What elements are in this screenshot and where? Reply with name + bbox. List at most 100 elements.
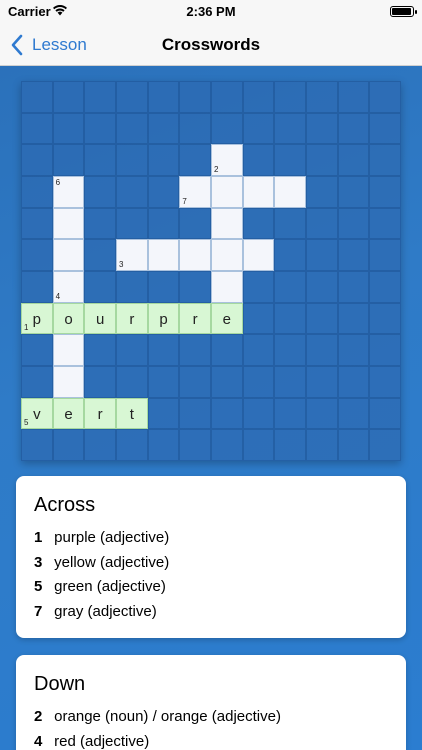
clue-text: purple (adjective) xyxy=(54,529,170,546)
grid-cell-input[interactable]: e xyxy=(211,302,243,335)
grid-cell-blank xyxy=(274,144,306,176)
grid-cell-input[interactable] xyxy=(242,176,275,208)
grid-cell-blank xyxy=(147,176,180,208)
grid-cell-blank xyxy=(369,239,401,271)
grid-cell-blank xyxy=(179,397,211,430)
down-clues-card: Down 2 orange (noun) / orange (adjective… xyxy=(16,655,406,750)
grid-cell-blank xyxy=(369,429,401,461)
grid-cell-blank xyxy=(211,397,243,430)
grid-cell-blank xyxy=(274,239,306,271)
grid-cell-blank xyxy=(274,207,306,240)
grid-cell-blank xyxy=(21,176,53,208)
grid-cell-blank xyxy=(306,176,338,208)
grid-cell-blank xyxy=(116,334,148,366)
grid-cell-blank xyxy=(306,207,338,240)
across-clue-item[interactable]: 3 yellow (adjective) xyxy=(34,551,388,576)
grid-cell-input[interactable] xyxy=(52,207,85,240)
grid-cell-input[interactable]: r xyxy=(179,302,211,335)
grid-cell-blank xyxy=(211,334,243,366)
grid-cell-blank xyxy=(274,81,306,113)
page-title: Crosswords xyxy=(161,35,261,54)
grid-cell-input[interactable] xyxy=(179,239,211,271)
grid-cell-blank xyxy=(116,112,148,145)
grid-cell-input[interactable]: t xyxy=(116,397,148,430)
across-clue-item[interactable]: 1 purple (adjective) xyxy=(34,526,388,551)
across-clue-item[interactable]: 7 gray (adjective) xyxy=(34,600,388,625)
grid-cell-blank xyxy=(337,112,370,145)
grid-cell-blank xyxy=(21,112,53,145)
clue-number: 7 xyxy=(182,196,187,206)
grid-cell-blank xyxy=(84,366,116,398)
grid-cell-input[interactable]: 7 xyxy=(179,176,211,208)
grid-cell-blank xyxy=(274,334,306,366)
grid-cell-blank xyxy=(369,81,401,113)
grid-cell-blank xyxy=(179,334,211,366)
grid-cell-input[interactable]: r xyxy=(84,397,116,430)
grid-cell-blank xyxy=(242,81,275,113)
grid-cell-input[interactable] xyxy=(242,239,275,271)
grid-cell-blank xyxy=(84,429,116,461)
grid-cell-input[interactable] xyxy=(52,334,85,366)
grid-cell-input[interactable] xyxy=(274,176,306,208)
grid-cell-blank xyxy=(84,207,116,240)
grid-cell-blank xyxy=(116,144,148,176)
clue-number: 4 xyxy=(55,291,61,301)
grid-cell-input[interactable]: 6 xyxy=(52,176,85,208)
grid-cell-blank xyxy=(242,144,275,176)
grid-cell-input[interactable]: p xyxy=(147,302,180,335)
grid-cell-blank xyxy=(21,239,53,271)
grid-cell-input[interactable]: 2 xyxy=(211,144,243,176)
grid-cell-blank xyxy=(211,112,243,145)
grid-cell-blank xyxy=(179,112,211,145)
grid-cell-blank xyxy=(369,334,401,366)
grid-cell-input[interactable] xyxy=(52,239,85,271)
grid-cell-input[interactable] xyxy=(211,176,243,208)
grid-cell-blank xyxy=(306,429,338,461)
grid-cell-input[interactable] xyxy=(211,271,243,303)
grid-cell-input[interactable] xyxy=(52,366,85,398)
down-clue-item[interactable]: 4 red (adjective) xyxy=(34,730,388,750)
grid-cell-blank xyxy=(337,302,370,335)
grid-cell-blank xyxy=(147,207,180,240)
grid-cell-blank xyxy=(242,366,275,398)
grid-cell-blank xyxy=(337,176,370,208)
grid-cell-blank xyxy=(369,144,401,176)
grid-cell-input[interactable]: o xyxy=(52,302,85,335)
grid-cell-blank xyxy=(179,366,211,398)
cell-letter: e xyxy=(222,310,231,328)
grid-cell-input[interactable]: r xyxy=(116,302,148,335)
cell-letter: o xyxy=(64,310,73,328)
grid-cell-blank xyxy=(306,366,338,398)
grid-cell-input[interactable]: p1 xyxy=(21,302,53,335)
across-clues-card: Across 1 purple (adjective) 3 yellow (adj… xyxy=(16,476,406,638)
clue-text: red (adjective) xyxy=(54,732,150,750)
grid-cell-blank xyxy=(274,397,306,430)
grid-cell-input[interactable]: u xyxy=(84,302,116,335)
grid-cell-blank xyxy=(242,112,275,145)
grid-cell-input[interactable]: v5 xyxy=(21,397,53,430)
grid-cell-blank xyxy=(147,429,180,461)
clue-number: 5 xyxy=(24,418,29,428)
clue-text: orange (noun) / orange (adjective) xyxy=(54,708,281,725)
down-heading: Down xyxy=(34,673,86,695)
grid-cell-blank xyxy=(211,366,243,398)
battery-icon xyxy=(390,6,417,17)
grid-cell-blank xyxy=(179,81,211,113)
grid-cell-blank xyxy=(147,112,180,145)
grid-cell-blank xyxy=(84,271,116,303)
grid-cell-blank xyxy=(116,429,148,461)
across-clue-item[interactable]: 5 green (adjective) xyxy=(34,575,388,600)
cell-letter: e xyxy=(64,405,73,423)
grid-cell-input[interactable]: e xyxy=(52,397,85,430)
grid-cell-input[interactable]: 4 xyxy=(52,271,85,303)
clue-number: 1 xyxy=(24,323,29,333)
down-clue-item[interactable]: 2 orange (noun) / orange (adjective) xyxy=(34,705,388,730)
grid-cell-input[interactable]: 3 xyxy=(116,239,148,271)
grid-cell-input[interactable] xyxy=(211,239,243,271)
clue-number: 3 xyxy=(119,259,124,269)
grid-cell-blank xyxy=(147,271,180,303)
clue-number-label: 7 xyxy=(34,602,43,620)
across-heading: Across xyxy=(34,494,96,516)
grid-cell-input[interactable] xyxy=(211,207,243,240)
grid-cell-input[interactable] xyxy=(147,239,180,271)
